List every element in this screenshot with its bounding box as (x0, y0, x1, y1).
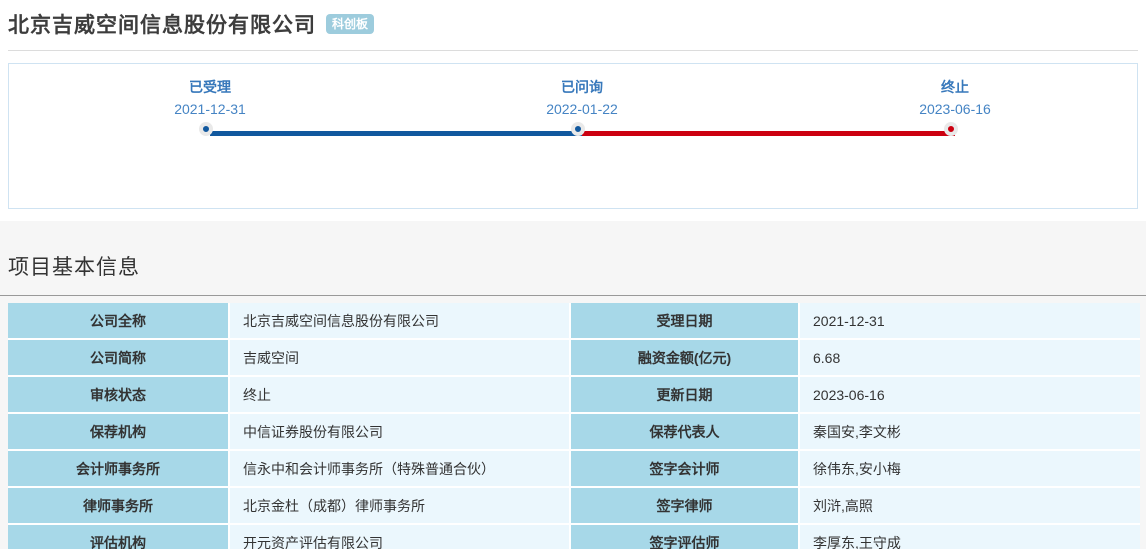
field-label: 律师事务所 (8, 488, 230, 525)
field-label: 会计师事务所 (8, 451, 230, 488)
timeline-dot-accepted (199, 122, 213, 136)
field-label: 保荐代表人 (571, 414, 800, 451)
field-value: 吉威空间 (230, 340, 571, 377)
field-label: 受理日期 (571, 303, 800, 340)
field-value: 2023-06-16 (800, 377, 1140, 414)
timeline-segment-progress (210, 131, 582, 136)
table-row: 审核状态 终止 更新日期 2023-06-16 (8, 377, 1140, 414)
section-heading: 项目基本信息 (8, 256, 140, 279)
field-value: 开元资产评估有限公司 (230, 525, 571, 549)
milestone-date: 2023-06-16 (919, 101, 991, 117)
timeline-segment-terminated (582, 131, 955, 136)
timeline-dot-terminated (944, 122, 958, 136)
field-value: 刘浒,高照 (800, 488, 1140, 525)
table-row: 评估机构 开元资产评估有限公司 签字评估师 李厚东,王守成 (8, 525, 1140, 549)
board-badge: 科创板 (326, 13, 375, 35)
header-divider (8, 50, 1138, 51)
page-header: 北京吉威空间信息股份有限公司 科创板 (0, 0, 1146, 51)
field-label: 评估机构 (8, 525, 230, 549)
table-row: 公司简称 吉威空间 融资金额(亿元) 6.68 (8, 340, 1140, 377)
field-value: 2021-12-31 (800, 303, 1140, 340)
table-row: 律师事务所 北京金杜（成都）律师事务所 签字律师 刘浒,高照 (8, 488, 1140, 525)
field-value: 徐伟东,安小梅 (800, 451, 1140, 488)
title-row: 北京吉威空间信息股份有限公司 科创板 (8, 9, 1138, 39)
field-value: 信永中和会计师事务所（特殊普通合伙） (230, 451, 571, 488)
timeline-dot-inquired (571, 122, 585, 136)
field-value: 北京金杜（成都）律师事务所 (230, 488, 571, 525)
milestone-label: 已受理 (189, 79, 231, 95)
milestone-label: 已问询 (561, 79, 603, 95)
field-label: 更新日期 (571, 377, 800, 414)
table-row: 会计师事务所 信永中和会计师事务所（特殊普通合伙） 签字会计师 徐伟东,安小梅 (8, 451, 1140, 488)
field-label: 融资金额(亿元) (571, 340, 800, 377)
field-label: 公司简称 (8, 340, 230, 377)
milestone-date: 2022-01-22 (546, 101, 618, 117)
field-label: 签字评估师 (571, 525, 800, 549)
project-info-section: 项目基本信息 公司全称 北京吉威空间信息股份有限公司 受理日期 2021-12-… (0, 221, 1146, 549)
milestone-date: 2021-12-31 (174, 101, 246, 117)
project-info-table: 公司全称 北京吉威空间信息股份有限公司 受理日期 2021-12-31 公司简称… (8, 303, 1140, 549)
table-row: 公司全称 北京吉威空间信息股份有限公司 受理日期 2021-12-31 (8, 303, 1140, 340)
field-label: 签字律师 (571, 488, 800, 525)
milestone-label: 终止 (941, 79, 969, 95)
field-value: 秦国安,李文彬 (800, 414, 1140, 451)
table-row: 保荐机构 中信证券股份有限公司 保荐代表人 秦国安,李文彬 (8, 414, 1140, 451)
field-value: 中信证券股份有限公司 (230, 414, 571, 451)
field-value: 6.68 (800, 340, 1140, 377)
field-label: 审核状态 (8, 377, 230, 414)
timeline-milestone-terminated: 终止 2023-06-16 (875, 77, 1035, 117)
field-label: 公司全称 (8, 303, 230, 340)
page-title: 北京吉威空间信息股份有限公司 (8, 14, 316, 37)
field-value: 终止 (230, 377, 571, 414)
timeline-milestone-accepted: 已受理 2021-12-31 (130, 77, 290, 117)
field-label: 签字会计师 (571, 451, 800, 488)
timeline-milestone-inquired: 已问询 2022-01-22 (502, 77, 662, 117)
section-divider (0, 295, 1146, 296)
field-value: 北京吉威空间信息股份有限公司 (230, 303, 571, 340)
field-value: 李厚东,王守成 (800, 525, 1140, 549)
field-label: 保荐机构 (8, 414, 230, 451)
status-timeline: 已受理 2021-12-31 已问询 2022-01-22 终止 2023-06… (8, 63, 1138, 209)
